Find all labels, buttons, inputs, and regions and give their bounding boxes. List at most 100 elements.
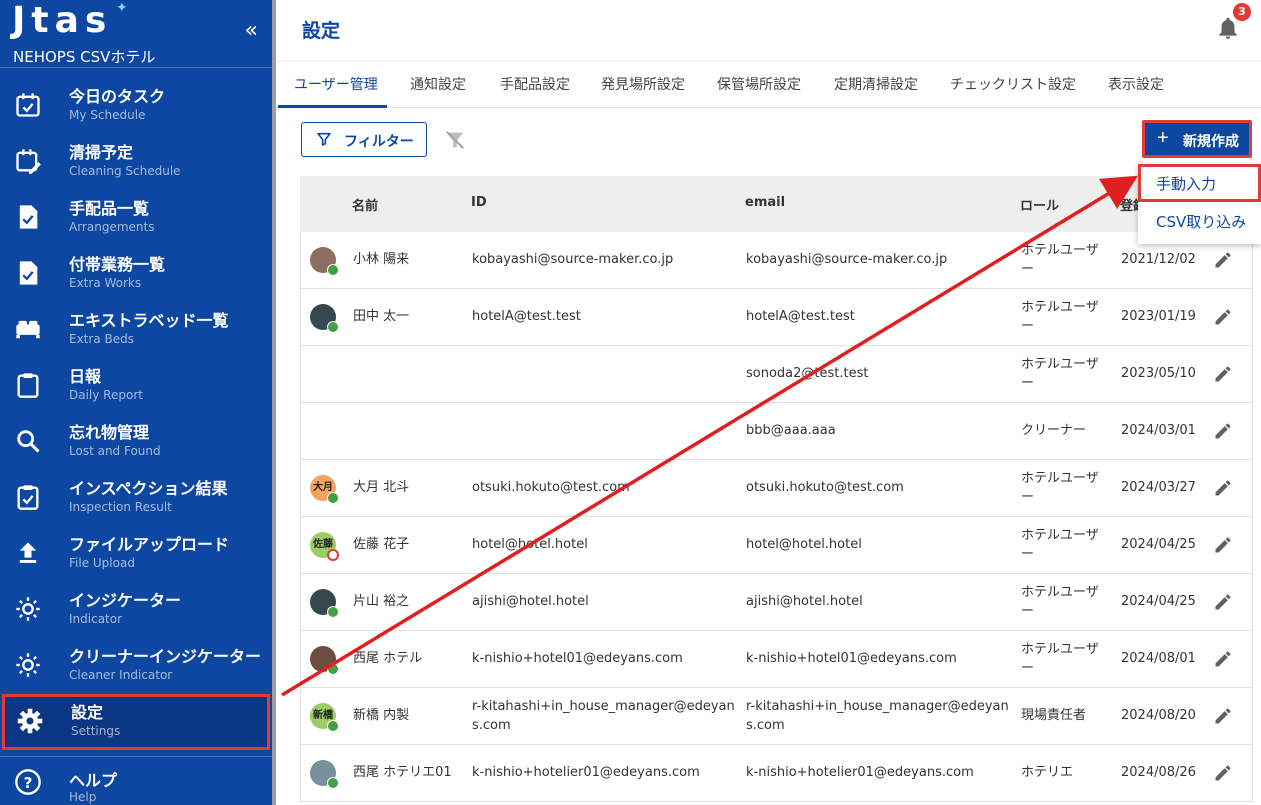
cell-role: ホテルユーザー (1021, 300, 1099, 334)
cell-id: k-nishio+hotelier01@edeyans.com (472, 765, 700, 780)
edit-pencil-icon[interactable] (1213, 364, 1233, 384)
edit-pencil-icon[interactable] (1213, 649, 1233, 669)
cell-role: ホテリエ (1021, 765, 1074, 780)
cell-email: kobayashi@source-maker.co.jp (746, 252, 948, 267)
edit-pencil-icon[interactable] (1213, 307, 1233, 327)
clipboard-icon (17, 373, 39, 398)
sidebar-item-indicator[interactable]: インジケーター Indicator (0, 582, 272, 638)
cell-registered-date: 2024/08/26 (1121, 765, 1196, 780)
sidebar-item-cleaner-indicator[interactable]: クリーナーインジケーター Cleaner Indicator (0, 638, 272, 694)
menu-item-manual-entry[interactable]: 手動入力 (1138, 164, 1261, 202)
clear-filter-icon[interactable] (444, 129, 466, 151)
cell-id: hotelA@test.test (472, 309, 581, 324)
sun-icon (16, 597, 40, 621)
sidebar-item-inspection-result[interactable]: インスペクション結果 Inspection Result (0, 470, 272, 526)
edit-pencil-icon[interactable] (1213, 706, 1233, 726)
cell-registered-date: 2024/04/25 (1121, 537, 1196, 552)
sidebar-item-daily-report[interactable]: 日報 Daily Report (0, 358, 272, 414)
sidebar-item-sublabel: Arrangements (69, 220, 155, 234)
menu-item-csv-import[interactable]: CSV取り込み (1138, 202, 1261, 240)
tab-4[interactable]: 保管場所設定 (717, 74, 801, 94)
active-status-icon (327, 264, 339, 276)
logo-sparkle-icon: ✦ (116, 0, 128, 16)
filter-icon (317, 132, 331, 146)
tab-1[interactable]: 通知設定 (410, 74, 466, 94)
page-title: 設定 (302, 20, 341, 42)
gear-icon (17, 708, 43, 734)
cell-email: r-kitahashi+in_house_manager@edeyans.com (746, 699, 1009, 733)
tab-5[interactable]: 定期清掃設定 (834, 74, 918, 94)
edit-pencil-icon[interactable] (1213, 763, 1233, 783)
sidebar-item-sublabel: Extra Works (69, 276, 142, 290)
sidebar-item-sublabel: Indicator (69, 612, 123, 626)
sidebar: Jtas ✦ NEHOPS CSVホテル « 今日のタスク My Schedule… (0, 0, 272, 805)
calendar-edit-icon (16, 149, 41, 174)
edit-pencil-icon[interactable] (1213, 421, 1233, 441)
sidebar-item-settings[interactable]: 設定 Settings (2, 694, 270, 750)
active-status-icon (327, 492, 339, 504)
sidebar-item-sublabel: File Upload (69, 556, 135, 570)
sidebar-item-sublabel: Inspection Result (69, 500, 172, 514)
cell-role: クリーナー (1021, 423, 1087, 438)
edit-pencil-icon[interactable] (1213, 478, 1233, 498)
table-row[interactable]: 西尾 ホテリエ01 k-nishio+hotelier01@edeyans.com… (300, 745, 1253, 802)
app-logo[interactable]: Jtas (12, 0, 112, 41)
new-create-button[interactable]: + 新規作成 (1142, 120, 1252, 158)
avatar (310, 646, 339, 675)
sidebar-item-my-schedule[interactable]: 今日のタスク My Schedule (0, 78, 272, 134)
collapse-sidebar-icon[interactable]: « (245, 18, 258, 43)
sidebar-item-extra-works[interactable]: 付帯業務一覧 Extra Works (0, 246, 272, 302)
table-row[interactable]: 新橋 新橋 内製 r-kitahashi+in_house_manager@edey… (300, 688, 1253, 745)
table-body: 小林 陽来 kobayashi@source-maker.co.jp kobayas… (300, 232, 1253, 802)
tab-0[interactable]: ユーザー管理 (294, 74, 378, 94)
tab-3[interactable]: 発見場所設定 (601, 74, 685, 94)
sidebar-item-help[interactable]: ? ヘルプ Help (0, 764, 272, 805)
table-row[interactable]: 片山 裕之 ajishi@hotel.hotel ajishi@hotel.hote… (300, 574, 1253, 631)
table-row[interactable]: 田中 太一 hotelA@test.test hotelA@test.test ホテル… (300, 289, 1253, 346)
sidebar-item-sublabel: Daily Report (69, 388, 143, 402)
cell-registered-date: 2024/03/27 (1121, 480, 1196, 495)
cell-email: k-nishio+hotelier01@edeyans.com (746, 765, 974, 780)
edit-pencil-icon[interactable] (1213, 250, 1233, 270)
column-header-email[interactable]: email (745, 195, 785, 210)
column-header-role[interactable]: ロール (1020, 195, 1059, 214)
avatar (310, 760, 339, 789)
cell-id: otsuki.hokuto@test.com (472, 480, 630, 495)
table-row[interactable]: bbb@aaa.aaa クリーナー 2024/03/01 (300, 403, 1253, 460)
cell-role: ホテルユーザー (1021, 585, 1099, 619)
table-row[interactable]: 大月 大月 北斗 otsuki.hokuto@test.com otsuki.hoku… (300, 460, 1253, 517)
column-header-id[interactable]: ID (471, 195, 487, 210)
sidebar-item-file-upload[interactable]: ファイルアップロード File Upload (0, 526, 272, 582)
sidebar-item-extra-beds[interactable]: エキストラベッド一覧 Extra Beds (0, 302, 272, 358)
sidebar-item-arrangements[interactable]: 手配品一覧 Arrangements (0, 190, 272, 246)
main-area: 設定 3 ユーザー管理 通知設定 手配品設定 発見場所設定 保管場所設定 定期清掃設定 チェ… (276, 0, 1261, 805)
hotel-name: NEHOPS CSVホテル (13, 48, 156, 66)
tab-2[interactable]: 手配品設定 (500, 74, 570, 94)
cell-registered-date: 2021/12/02 (1121, 252, 1196, 267)
sidebar-item-lost-and-found[interactable]: 忘れ物管理 Lost and Found (0, 414, 272, 470)
tab-7[interactable]: 表示設定 (1108, 74, 1164, 94)
active-status-icon (327, 321, 339, 333)
cell-role: ホテルユーザー (1021, 357, 1099, 391)
sidebar-item-label: エキストラベッド一覧 (69, 311, 229, 330)
new-create-label: 新規作成 (1183, 133, 1239, 149)
filter-button[interactable]: フィルター (301, 122, 427, 157)
cell-name: 小林 陽来 (353, 252, 410, 267)
cell-email: k-nishio+hotel01@edeyans.com (746, 651, 957, 666)
edit-pencil-icon[interactable] (1213, 535, 1233, 555)
sidebar-item-cleaning-schedule[interactable]: 清掃予定 Cleaning Schedule (0, 134, 272, 190)
table-row[interactable]: 小林 陽来 kobayashi@source-maker.co.jp kobayas… (300, 232, 1253, 289)
table-row[interactable]: 西尾 ホテル k-nishio+hotel01@edeyans.com k-nish… (300, 631, 1253, 688)
column-header-name[interactable]: 名前 (352, 195, 378, 214)
table-row[interactable]: 佐藤 佐藤 花子 hotel@hotel.hotel hotel@hotel.hote… (300, 517, 1253, 574)
plus-icon: + (1157, 127, 1169, 149)
edit-pencil-icon[interactable] (1213, 592, 1233, 612)
table-row[interactable]: sonoda2@test.test ホテルユーザー 2023/05/10 (300, 346, 1253, 403)
new-create-menu: 手動入力 CSV取り込み (1138, 164, 1261, 244)
avatar: 新橋 (310, 703, 339, 732)
sidebar-item-sublabel: My Schedule (69, 108, 146, 122)
tab-6[interactable]: チェックリスト設定 (950, 74, 1076, 94)
sidebar-item-label: 清掃予定 (69, 143, 134, 162)
active-status-icon (327, 606, 339, 618)
settings-tabs: ユーザー管理 通知設定 手配品設定 発見場所設定 保管場所設定 定期清掃設定 チェックリスト… (276, 62, 1261, 108)
